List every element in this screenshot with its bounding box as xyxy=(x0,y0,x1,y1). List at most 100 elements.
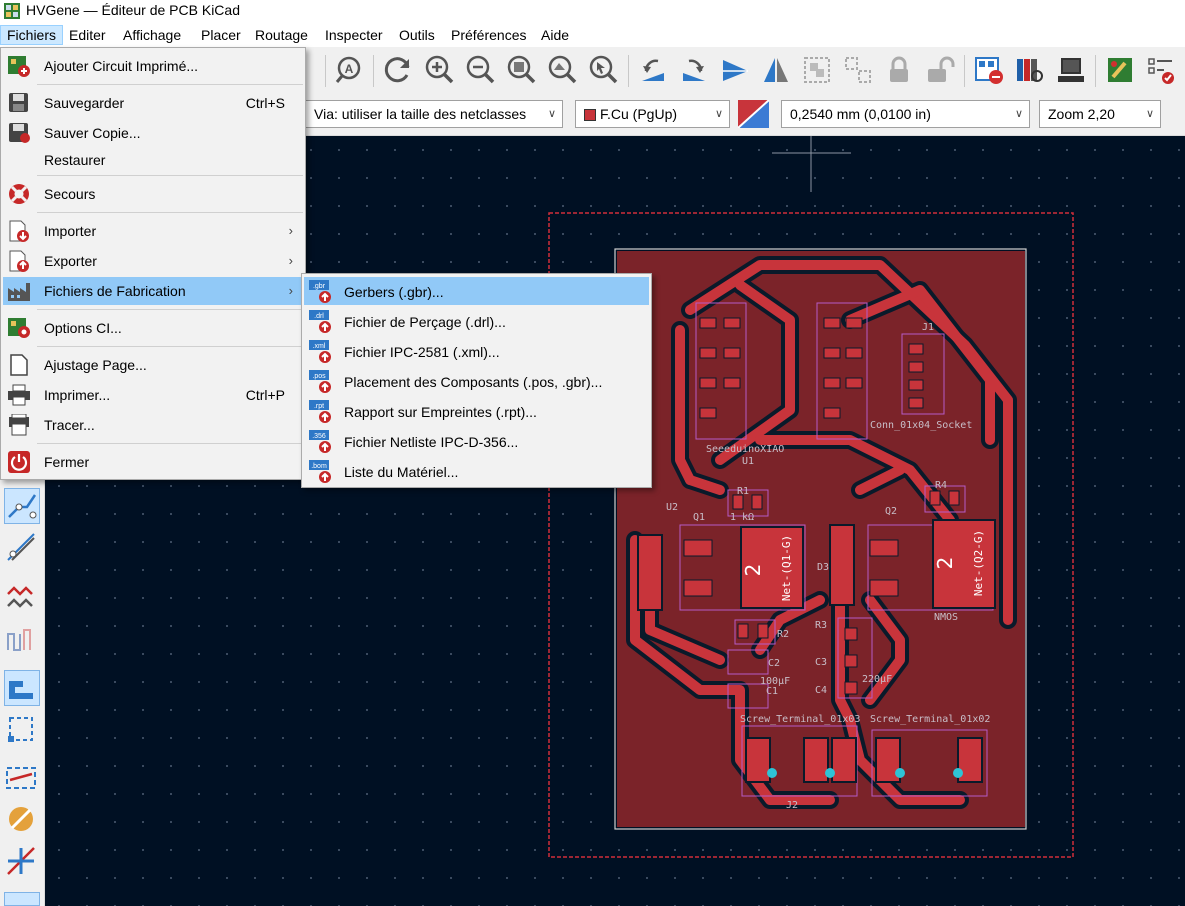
unlock-icon[interactable] xyxy=(925,55,955,85)
menu-item-label: Fermer xyxy=(44,454,90,470)
flip-icon[interactable] xyxy=(720,55,750,85)
menu-item-bom[interactable]: .bom Liste du Matériel... xyxy=(304,457,649,485)
drc-checklist-icon[interactable] xyxy=(1146,55,1176,85)
file-badge: .pos xyxy=(312,373,326,380)
menu-outils[interactable]: Outils xyxy=(393,25,441,45)
plot-icon xyxy=(9,414,29,436)
footprint-editor-icon[interactable] xyxy=(1056,55,1086,85)
menu-item-ipc-d-356[interactable]: .356 Fichier Netliste IPC-D-356... xyxy=(304,427,649,455)
graphic-line-icon xyxy=(6,767,36,789)
menu-item-drill-file[interactable]: .drl Fichier de Perçage (.drl)... xyxy=(304,307,649,335)
menu-item-save[interactable]: Sauvegarder Ctrl+S xyxy=(3,89,303,117)
arc-icon xyxy=(9,807,33,831)
menu-item-backup[interactable]: Secours xyxy=(3,180,303,208)
ref-label: 100µF xyxy=(760,676,790,687)
tune-skew-button[interactable] xyxy=(4,622,40,658)
footprint-library-icon[interactable] xyxy=(1015,55,1045,85)
netlist-update-icon[interactable] xyxy=(974,55,1004,85)
layer-select[interactable]: F.Cu (PgUp) ∨ xyxy=(575,100,730,128)
placement-button[interactable] xyxy=(4,892,40,906)
menu-item-print[interactable]: Imprimer... Ctrl+P xyxy=(3,381,303,409)
menu-item-label: Fichier IPC-2581 (.xml)... xyxy=(344,344,500,360)
ref-label: J2 xyxy=(786,800,798,811)
power-icon xyxy=(8,451,30,473)
menu-item-label: Ajustage Page... xyxy=(44,357,147,373)
zoom-fit-icon[interactable] xyxy=(506,55,536,85)
menu-item-footprint-report[interactable]: .rpt Rapport sur Empreintes (.rpt)... xyxy=(304,397,649,425)
ref-label: R3 xyxy=(815,620,827,631)
file-gbr-icon: .gbr xyxy=(309,280,331,303)
shortcut-label: Ctrl+S xyxy=(245,95,285,111)
zoom-objects-icon[interactable] xyxy=(547,55,577,85)
chevron-down-icon: ∨ xyxy=(714,108,723,120)
mirror-icon[interactable] xyxy=(761,55,791,85)
file-356-icon: .356 xyxy=(309,430,331,453)
menu-item-close[interactable]: Fermer xyxy=(3,448,303,476)
menu-bar: Fichiers Editer Affichage Placer Routage… xyxy=(0,22,1185,47)
zoom-out-icon[interactable] xyxy=(465,55,495,85)
title-bar: HVGene — Éditeur de PCB KiCad xyxy=(0,0,1185,22)
menu-affichage[interactable]: Affichage xyxy=(117,25,187,45)
scripting-icon[interactable] xyxy=(1105,55,1135,85)
menu-item-ipc2581[interactable]: .xml Fichier IPC-2581 (.xml)... xyxy=(304,337,649,365)
menu-item-gerbers[interactable]: .gbr Gerbers (.gbr)... xyxy=(304,277,649,305)
draw-line-button[interactable] xyxy=(4,760,40,796)
file-badge: .gbr xyxy=(313,283,326,290)
menu-item-fabrication-outputs[interactable]: Fichiers de Fabrication › xyxy=(3,277,303,305)
menu-fichiers[interactable]: Fichiers xyxy=(0,25,64,45)
grid-value: 0,2540 mm (0,0100 in) xyxy=(790,106,931,122)
ref-label: 1 kΩ xyxy=(730,512,754,523)
group-icon[interactable] xyxy=(802,55,832,85)
add-zone-button[interactable] xyxy=(4,670,40,706)
menu-item-page-settings[interactable]: Ajustage Page... xyxy=(3,351,303,379)
lifebuoy-icon xyxy=(9,184,29,204)
menu-routage[interactable]: Routage xyxy=(249,25,314,45)
draw-polygon-button[interactable] xyxy=(4,844,40,880)
chevron-down-icon: ∨ xyxy=(1145,108,1154,120)
zoom-value: Zoom 2,20 xyxy=(1048,106,1115,122)
rotate-ccw-icon[interactable] xyxy=(638,55,668,85)
draw-arc-button[interactable] xyxy=(4,802,40,838)
menu-item-export[interactable]: Exporter › xyxy=(3,247,303,275)
menu-item-component-placement[interactable]: .pos Placement des Composants (.pos, .gb… xyxy=(304,367,649,395)
grid-select[interactable]: 0,2540 mm (0,0100 in) ∨ xyxy=(781,100,1030,128)
net-label: Net-(Q1-G) xyxy=(780,535,793,601)
menu-inspecter[interactable]: Inspecter xyxy=(319,25,389,45)
window-title: HVGene — Éditeur de PCB KiCad xyxy=(26,2,240,18)
tune-length-button[interactable] xyxy=(4,580,40,616)
ref-label: NMOS xyxy=(934,612,958,623)
menu-aide[interactable]: Aide xyxy=(535,25,575,45)
via-size-select[interactable]: Via: utiliser la taille des netclasses ∨ xyxy=(305,100,563,128)
menu-item-label: Ajouter Circuit Imprimé... xyxy=(44,58,199,74)
refresh-icon[interactable] xyxy=(383,55,413,85)
rule-area-button[interactable] xyxy=(4,712,40,748)
ref-label: D3 xyxy=(817,562,829,573)
ref-label: C2 xyxy=(768,658,780,669)
menu-item-add-board[interactable]: Ajouter Circuit Imprimé... xyxy=(3,52,303,80)
ref-label: Screw_Terminal_01x03 xyxy=(740,714,860,725)
menu-item-plot[interactable]: Tracer... xyxy=(3,411,303,439)
menu-item-import[interactable]: Importer › xyxy=(3,217,303,245)
lock-icon[interactable] xyxy=(884,55,914,85)
file-badge: .356 xyxy=(312,433,326,440)
menu-placer[interactable]: Placer xyxy=(195,25,247,45)
save-icon xyxy=(9,93,28,112)
route-diff-pair-button[interactable] xyxy=(4,530,40,566)
menu-separator xyxy=(37,212,303,213)
menu-item-save-copy[interactable]: Sauver Copie... xyxy=(3,119,303,147)
search-text-icon[interactable]: A xyxy=(335,55,365,85)
chevron-down-icon: ∨ xyxy=(547,108,556,120)
menu-preferences[interactable]: Préférences xyxy=(445,25,532,45)
menu-editer[interactable]: Editer xyxy=(63,25,112,45)
layer-pair-icon[interactable] xyxy=(738,100,769,128)
menu-item-label: Options CI... xyxy=(44,320,122,336)
zoom-selection-icon[interactable] xyxy=(588,55,618,85)
menu-item-restore[interactable]: Restaurer xyxy=(3,146,303,174)
zoom-select[interactable]: Zoom 2,20 ∨ xyxy=(1039,100,1161,128)
zoom-in-icon[interactable] xyxy=(424,55,454,85)
menu-item-board-setup[interactable]: Options CI... xyxy=(3,314,303,342)
route-track-button[interactable] xyxy=(4,488,40,524)
ungroup-icon[interactable] xyxy=(843,55,873,85)
kicad-app-icon xyxy=(4,3,20,19)
rotate-cw-icon[interactable] xyxy=(679,55,709,85)
